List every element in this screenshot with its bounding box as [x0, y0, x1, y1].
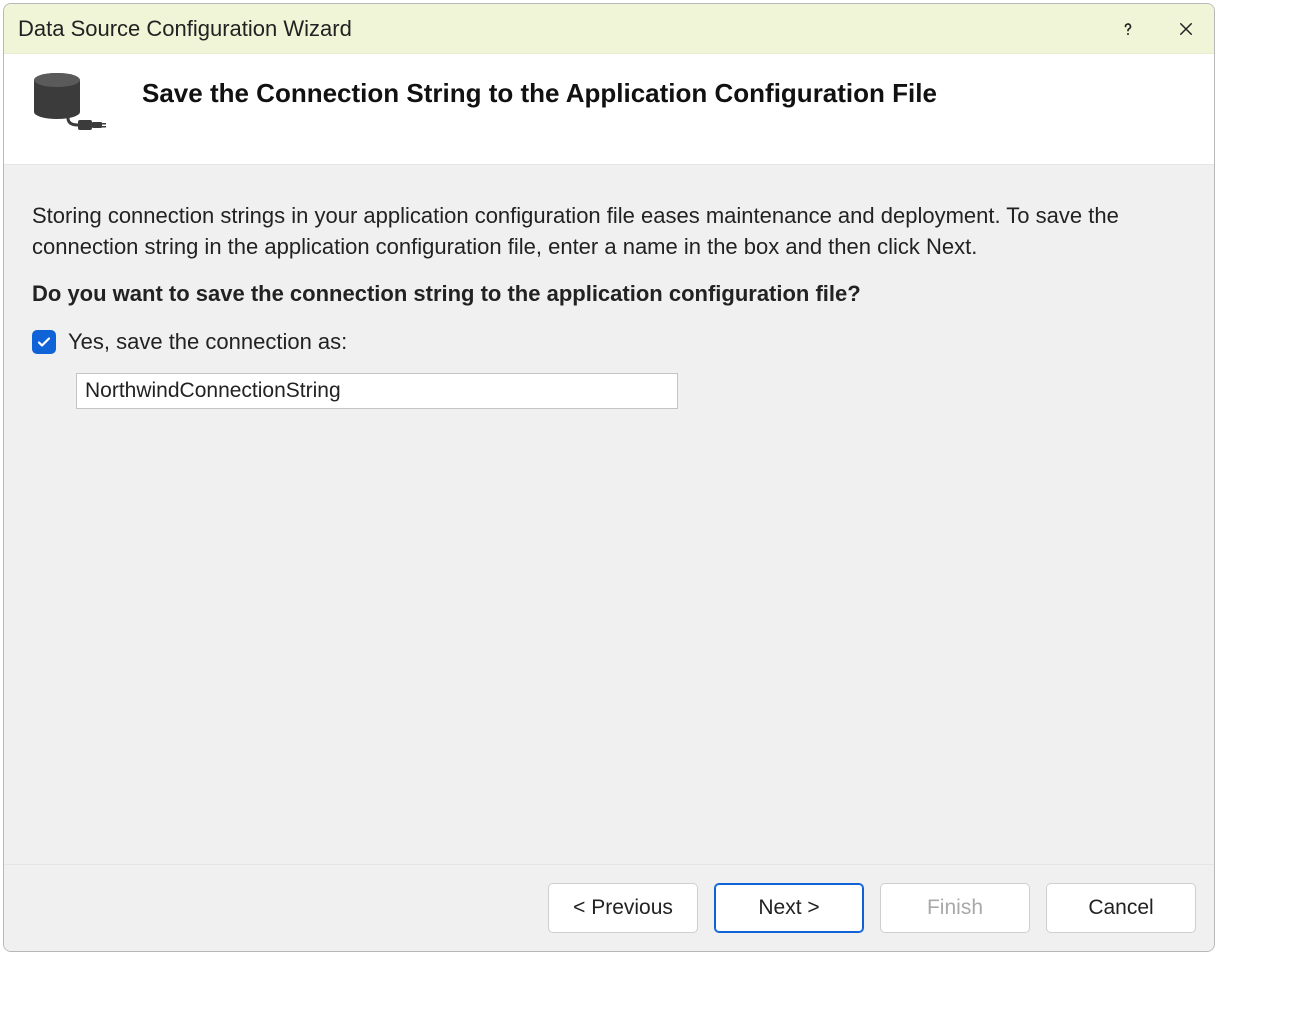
- finish-button: Finish: [880, 883, 1030, 933]
- titlebar: Data Source Configuration Wizard: [4, 4, 1214, 54]
- wizard-footer: < Previous Next > Finish Cancel: [4, 864, 1214, 951]
- description-text: Storing connection strings in your appli…: [32, 201, 1186, 263]
- save-connection-checkbox-row: Yes, save the connection as:: [32, 329, 1186, 355]
- close-icon: [1177, 20, 1195, 38]
- next-button[interactable]: Next >: [714, 883, 864, 933]
- database-plug-icon: [30, 72, 112, 136]
- checkmark-icon: [36, 334, 52, 350]
- wizard-step-title: Save the Connection String to the Applic…: [142, 72, 937, 109]
- wizard-header: Save the Connection String to the Applic…: [4, 54, 1214, 165]
- window-title: Data Source Configuration Wizard: [18, 16, 1114, 42]
- wizard-dialog: Data Source Configuration Wizard: [3, 3, 1215, 952]
- cancel-button[interactable]: Cancel: [1046, 883, 1196, 933]
- save-connection-label: Yes, save the connection as:: [68, 329, 347, 355]
- previous-button[interactable]: < Previous: [548, 883, 698, 933]
- wizard-content: Storing connection strings in your appli…: [4, 165, 1214, 864]
- help-icon: [1118, 19, 1138, 39]
- titlebar-controls: [1114, 15, 1200, 43]
- close-button[interactable]: [1172, 15, 1200, 43]
- question-text: Do you want to save the connection strin…: [32, 281, 1186, 307]
- connection-name-row: [32, 373, 1186, 409]
- help-button[interactable]: [1114, 15, 1142, 43]
- save-connection-checkbox[interactable]: [32, 330, 56, 354]
- connection-name-input[interactable]: [76, 373, 678, 409]
